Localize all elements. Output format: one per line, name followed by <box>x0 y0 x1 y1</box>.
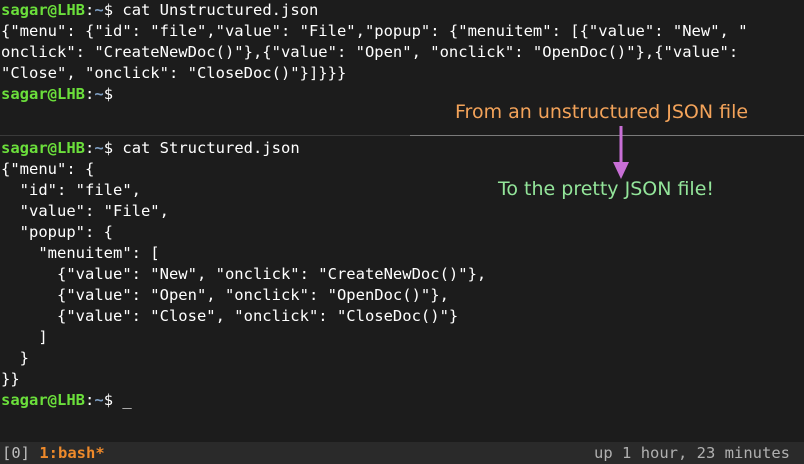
command-text: cat Unstructured.json <box>122 1 319 19</box>
output-line: "Close", "onclick": "CloseDoc()"}]}}} <box>1 64 347 82</box>
window-tab-bash[interactable]: 1:bash* <box>39 444 104 462</box>
output-line: {"value": "Open", "onclick": "OpenDoc()"… <box>1 286 449 304</box>
output-line: {"value": "New", "onclick": "CreateNewDo… <box>1 265 487 283</box>
output-line: onclick": "CreateNewDoc()"},{"value": "O… <box>1 43 739 61</box>
output-line: {"value": "Close", "onclick": "CloseDoc(… <box>1 307 459 325</box>
output-line: "menuitem": [ <box>1 244 160 262</box>
command-line: sagar@LHB:~$ cat Structured.json <box>0 138 804 159</box>
tmux-status-bar: [0] 1:bash* up 1 hour, 23 minutes <box>0 442 804 464</box>
output-line: "value": "File", <box>1 202 169 220</box>
prompt-colon: : <box>85 85 95 103</box>
terminal-cursor: _ <box>122 391 132 409</box>
prompt-colon: : <box>85 1 95 19</box>
prompt-symbol: $ <box>103 1 123 19</box>
output-line: } <box>1 349 29 367</box>
output-line: ] <box>1 328 48 346</box>
prompt-user-host: sagar@LHB <box>1 139 85 157</box>
prompt-path: ~ <box>94 1 104 19</box>
annotation-pretty: To the pretty JSON file! <box>498 178 715 200</box>
down-arrow-icon <box>613 126 629 179</box>
prompt-path: ~ <box>94 85 104 103</box>
output-line: }} <box>1 370 20 388</box>
session-indicator: [0] <box>2 444 30 462</box>
command-text: cat Structured.json <box>122 139 300 157</box>
prompt-path: ~ <box>94 391 104 409</box>
prompt-symbol: $ <box>103 85 123 103</box>
output-line: {"menu": {"id": "file","value": "File","… <box>1 22 748 40</box>
annotation-unstructured: From an unstructured JSON file <box>455 101 749 123</box>
uptime-text: up 1 hour, 23 minutes <box>594 444 790 462</box>
pane-divider-active <box>410 135 804 136</box>
pane-divider[interactable] <box>0 135 804 136</box>
command-line: sagar@LHB:~$ cat Unstructured.json <box>0 0 804 21</box>
prompt-user-host: sagar@LHB <box>1 85 85 103</box>
prompt-symbol: $ <box>103 139 123 157</box>
prompt-path: ~ <box>94 139 104 157</box>
prompt-user-host: sagar@LHB <box>1 1 85 19</box>
prompt-colon: : <box>85 391 95 409</box>
prompt-symbol: $ <box>103 391 123 409</box>
prompt-user-host: sagar@LHB <box>1 391 85 409</box>
status-left: [0] 1:bash* <box>2 442 105 464</box>
output-line: "popup": { <box>1 223 113 241</box>
prompt-line[interactable]: sagar@LHB:~$ _ <box>0 390 804 411</box>
prompt-colon: : <box>85 139 95 157</box>
output-line: {"menu": { <box>1 160 95 178</box>
